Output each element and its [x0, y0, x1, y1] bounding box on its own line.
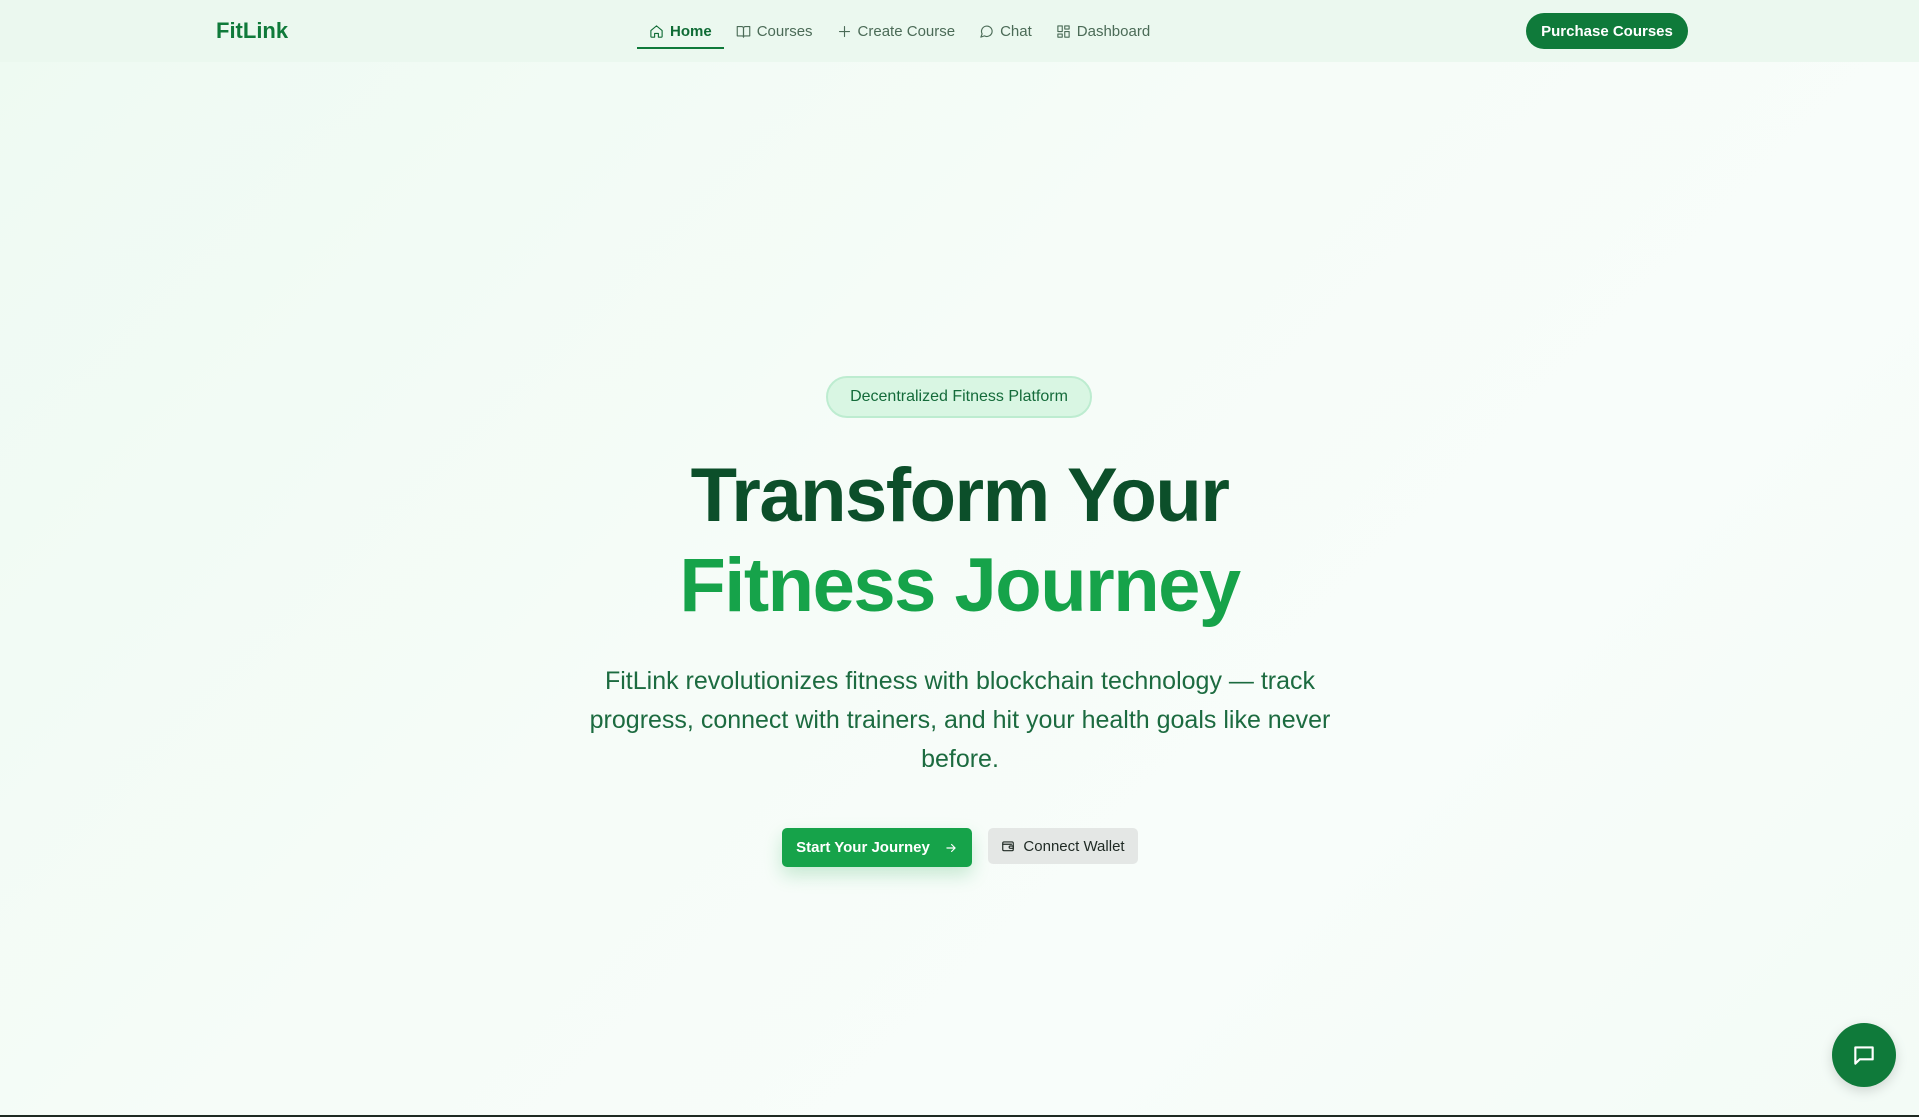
nav-item-dashboard[interactable]: Dashboard [1044, 0, 1162, 62]
connect-wallet-button[interactable]: Connect Wallet [988, 828, 1138, 864]
hero-headline-line2: Fitness Journey [679, 543, 1241, 628]
nav-item-label: Home [670, 22, 712, 40]
plus-icon [838, 25, 850, 37]
hero-subtitle: FitLink revolutionizes fitness with bloc… [589, 667, 1331, 773]
chat-bubble-icon [980, 25, 993, 38]
start-journey-label: Start Your Journey [796, 839, 930, 856]
brand-logo[interactable]: FitLink [216, 18, 288, 44]
nav-item-label: Courses [756, 22, 813, 40]
nav-item-label: Chat [1000, 22, 1032, 40]
nav-item-courses[interactable]: Courses [724, 0, 825, 62]
connect-wallet-label: Connect Wallet [1023, 837, 1125, 855]
nav-item-create-course[interactable]: Create Course [825, 0, 968, 62]
chat-fab-button[interactable] [1832, 1023, 1896, 1087]
top-navbar: FitLink Home Courses Create Course Chat … [0, 0, 1919, 62]
chat-icon [1854, 1046, 1874, 1065]
start-journey-button[interactable]: Start Your Journey [782, 828, 972, 867]
book-icon [736, 25, 750, 38]
home-icon [650, 24, 663, 38]
nav-item-home[interactable]: Home [637, 0, 724, 62]
arrow-right-icon [946, 843, 956, 852]
platform-badge: Decentralized Fitness Platform [826, 376, 1092, 418]
purchase-courses-button[interactable]: Purchase Courses [1526, 13, 1688, 49]
hero-headline-line1: Transform Your [690, 453, 1230, 538]
wallet-icon [1002, 841, 1015, 852]
nav-item-label: Create Course [857, 22, 956, 40]
nav-links: Home Courses Create Course Chat Dashboar… [637, 0, 1162, 62]
dashboard-grid-icon [1057, 24, 1070, 38]
nav-item-chat[interactable]: Chat [967, 0, 1044, 62]
nav-item-label: Dashboard [1076, 22, 1151, 40]
